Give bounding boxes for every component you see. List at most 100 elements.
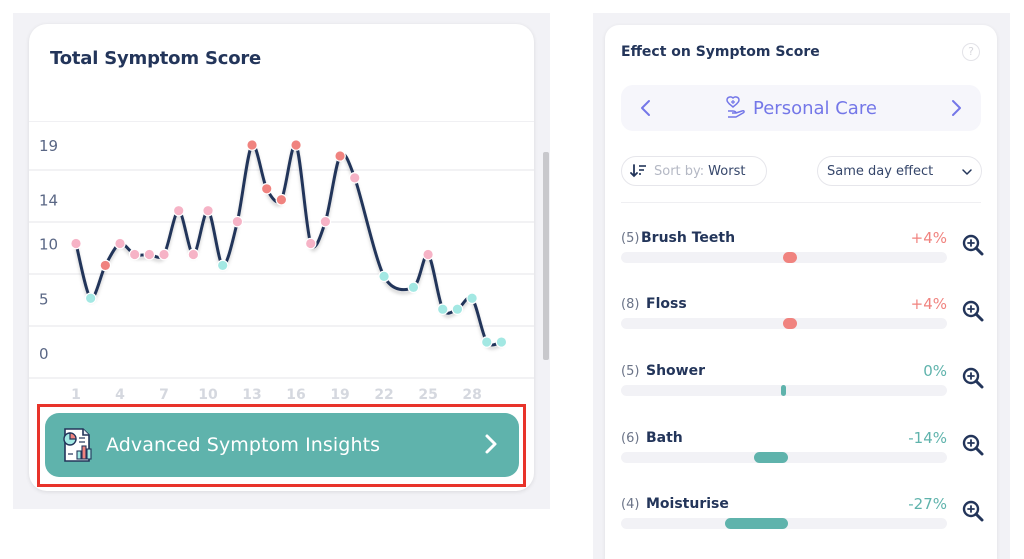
data-point[interactable] <box>422 248 434 261</box>
zoom-in-icon[interactable] <box>961 499 985 523</box>
x-tick-label: 19 <box>330 387 349 403</box>
symptom-score-chart: 19141050 1 4 7 10 13 16 19 22 25 28 <box>29 137 534 403</box>
effect-list-item: (4) Moisturise -27% <box>621 495 985 557</box>
activity-name: Bath <box>646 430 683 446</box>
data-point[interactable] <box>84 292 97 305</box>
effect-track <box>621 252 947 263</box>
data-point[interactable] <box>319 215 332 228</box>
data-point[interactable] <box>128 248 141 261</box>
data-point[interactable] <box>246 139 258 151</box>
entry-count: (4) <box>621 497 640 512</box>
effect-list-item: (5) Shower 0% <box>621 362 985 424</box>
data-point[interactable] <box>334 150 346 162</box>
data-point[interactable] <box>451 303 464 316</box>
data-point[interactable] <box>172 204 185 217</box>
report-chart-icon <box>63 428 92 462</box>
x-tick-label: 25 <box>418 387 437 403</box>
zoom-in-icon[interactable] <box>961 433 985 457</box>
data-point[interactable] <box>290 139 302 151</box>
effect-bar <box>783 318 797 329</box>
effect-track <box>621 452 947 463</box>
effect-timing-value: Same day effect <box>827 163 934 179</box>
y-tick-label: 0 <box>39 345 49 363</box>
x-tick-label: 13 <box>242 387 261 403</box>
activity-name: Floss <box>646 296 687 312</box>
x-tick-label: 7 <box>159 387 169 403</box>
effect-bar <box>753 452 788 463</box>
effect-percentage: -27% <box>908 495 947 513</box>
entry-count: (6) <box>621 431 640 446</box>
activity-name: Moisturise <box>646 496 729 512</box>
effect-list-item: (6) Bath -14% <box>621 429 985 491</box>
entry-count: (5) <box>621 364 640 379</box>
sort-button[interactable]: Sort by: Worst <box>621 156 767 186</box>
y-tick-label: 19 <box>39 137 58 155</box>
chevron-right-icon <box>485 434 497 454</box>
data-point[interactable] <box>407 281 420 294</box>
divider <box>621 202 981 203</box>
data-point[interactable] <box>260 182 273 195</box>
data-point[interactable] <box>114 237 126 250</box>
data-point[interactable] <box>378 270 390 283</box>
y-tick-label: 10 <box>39 236 58 254</box>
entry-count: (8) <box>621 297 640 312</box>
activity-name: Brush Teeth <box>641 230 736 246</box>
effect-track <box>621 318 947 329</box>
y-tick-label: 5 <box>39 290 49 308</box>
x-tick-label: 22 <box>374 387 393 403</box>
data-point[interactable] <box>304 237 317 250</box>
data-point[interactable] <box>99 259 112 272</box>
data-point[interactable] <box>187 248 200 261</box>
effect-percentage: 0% <box>923 362 947 380</box>
category-label: Personal Care <box>753 97 877 119</box>
category-navigator: Personal Care <box>621 85 981 131</box>
effect-timing-select[interactable]: Same day effect <box>817 156 982 186</box>
series-line <box>74 143 503 347</box>
zoom-in-icon[interactable] <box>961 366 985 390</box>
effect-track <box>621 518 947 529</box>
effect-bar <box>783 252 797 263</box>
chevron-right-icon[interactable] <box>945 96 967 120</box>
data-point[interactable] <box>275 193 288 206</box>
zoom-in-icon[interactable] <box>961 233 985 257</box>
data-point[interactable] <box>231 215 244 228</box>
sort-prefix: Sort by: <box>654 163 705 179</box>
activity-name: Shower <box>646 363 706 379</box>
scrollbar[interactable] <box>543 152 549 360</box>
x-tick-label: 4 <box>115 387 125 403</box>
heart-hand-icon <box>726 96 745 118</box>
advanced-symptom-insights-button[interactable]: Advanced Symptom Insights <box>45 413 519 477</box>
effect-bar <box>781 385 786 396</box>
chevron-down-icon <box>962 169 972 175</box>
help-icon[interactable]: ? <box>962 43 980 61</box>
data-point[interactable] <box>216 259 229 272</box>
x-tick-label: 1 <box>71 387 81 403</box>
data-point[interactable] <box>158 248 170 261</box>
data-point[interactable] <box>70 237 82 250</box>
zoom-in-icon[interactable] <box>961 299 985 323</box>
x-tick-label: 16 <box>286 387 305 403</box>
effect-list-item: (8) Floss +4% <box>621 295 985 357</box>
effect-track <box>621 385 947 396</box>
category-title: Personal Care <box>725 95 877 121</box>
chevron-left-icon[interactable] <box>635 96 657 120</box>
card-title: Effect on Symptom Score <box>621 44 820 60</box>
effect-bar <box>725 518 788 529</box>
data-point[interactable] <box>466 292 478 305</box>
effect-percentage: +4% <box>910 229 947 247</box>
data-point[interactable] <box>480 336 493 348</box>
data-point[interactable] <box>202 204 214 217</box>
effect-list-item: (5) Brush Teeth +4% <box>621 229 985 291</box>
data-point[interactable] <box>436 303 449 316</box>
effect-on-symptom-score-card: Effect on Symptom Score ? Personal Care … <box>605 25 997 559</box>
entry-count: (5) <box>621 231 640 246</box>
x-tick-label: 10 <box>198 387 218 403</box>
data-point[interactable] <box>495 336 508 348</box>
data-point[interactable] <box>348 172 361 184</box>
x-tick-label: 28 <box>462 387 481 403</box>
data-point[interactable] <box>143 248 156 261</box>
effect-percentage: -14% <box>908 429 947 447</box>
insights-button-label: Advanced Symptom Insights <box>106 434 381 456</box>
effect-percentage: +4% <box>910 295 947 313</box>
sort-descending-icon <box>630 164 646 178</box>
